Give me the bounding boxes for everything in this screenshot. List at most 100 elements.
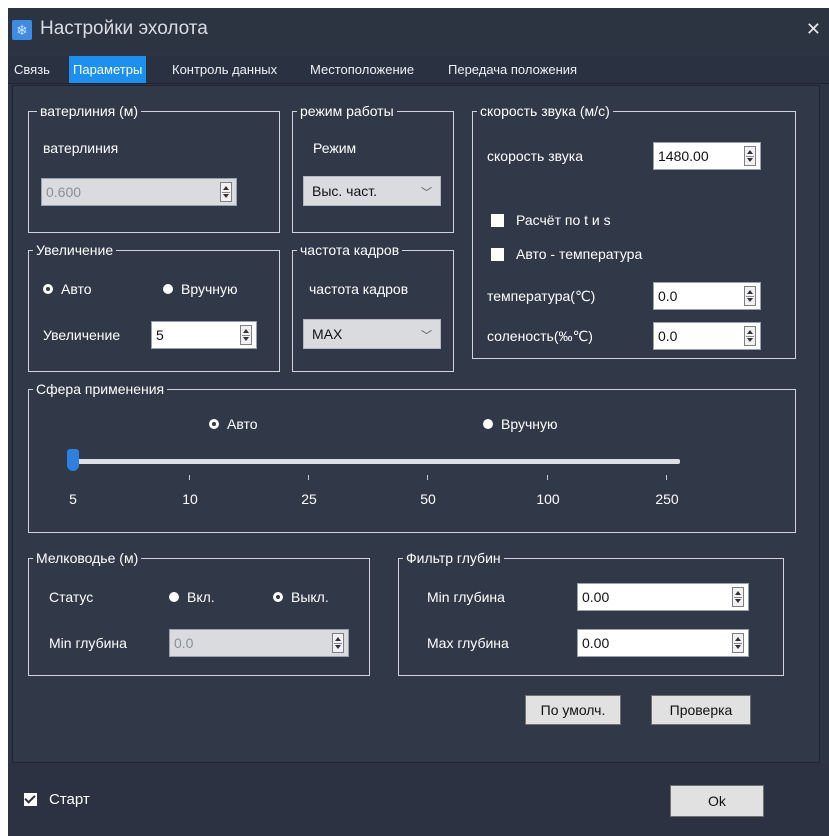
shallow-min-label: Min глубина	[49, 635, 127, 651]
spinner-arrows-icon[interactable]	[732, 633, 744, 653]
tab-bar: Связь Параметры Контроль данных Местопол…	[8, 56, 829, 84]
gain-group: Увеличение Авто Вручную Увеличение 5	[28, 241, 280, 372]
temperature-value: 0.0	[658, 288, 678, 304]
shallow-status-label: Статус	[49, 589, 94, 605]
close-icon[interactable]: ✕	[806, 19, 821, 40]
shallow-legend: Мелководье (м)	[33, 549, 142, 567]
mode-group: режим работы Режим Выс. част. ﹀	[292, 102, 454, 233]
radio-unselected-icon	[43, 284, 53, 294]
sound-speed-group: скорость звука (м/с) скорость звука 1480…	[472, 102, 796, 359]
calc-ts-checkbox[interactable]: Расчёт по t и s	[491, 212, 611, 228]
settings-window: ❄ Настройки эхолота ✕ Связь Параметры Ко…	[8, 8, 829, 836]
spinner-arrows-icon[interactable]	[332, 633, 344, 653]
salinity-input[interactable]: 0.0	[653, 322, 761, 350]
frame-rate-legend: частота кадров	[297, 241, 403, 259]
shallow-group: Мелководье (м) Статус Вкл. Выкл. Min глу…	[28, 549, 370, 676]
slider-tick-label: 100	[536, 491, 560, 507]
range-manual-radio[interactable]: Вручную	[483, 416, 558, 432]
gain-auto-radio[interactable]: Авто	[43, 281, 92, 297]
radio-selected-icon	[163, 284, 173, 294]
calc-ts-label: Расчёт по t и s	[516, 212, 611, 228]
bottom-bar: Старт Ok	[8, 764, 829, 836]
salinity-value: 0.0	[658, 328, 678, 344]
depth-min-input[interactable]: 0.00	[577, 583, 749, 611]
depth-max-input[interactable]: 0.00	[577, 629, 749, 657]
spinner-arrows-icon[interactable]	[744, 326, 756, 346]
frame-rate-group: частота кадров частота кадров MAX ﹀	[292, 241, 454, 372]
radio-selected-icon	[169, 592, 179, 602]
gain-input[interactable]: 5	[151, 321, 257, 349]
chevron-down-icon: ﹀	[421, 187, 432, 199]
slider-tick-label: 250	[655, 491, 679, 507]
ok-button[interactable]: Ok	[670, 785, 764, 817]
shallow-off-radio[interactable]: Выкл.	[273, 589, 329, 605]
slider-tick	[547, 475, 548, 480]
shallow-on-label: Вкл.	[187, 589, 215, 605]
gain-auto-label: Авто	[61, 281, 92, 297]
tab-location[interactable]: Местоположение	[306, 56, 418, 83]
tab-data-control[interactable]: Контроль данных	[168, 56, 281, 83]
slider-tick-label: 50	[420, 491, 436, 507]
checkbox-icon	[491, 247, 504, 261]
shallow-off-label: Выкл.	[291, 589, 329, 605]
tab-position-transfer[interactable]: Передача положения	[444, 56, 581, 83]
gain-manual-radio[interactable]: Вручную	[163, 281, 238, 297]
tab-parameters[interactable]: Параметры	[69, 56, 147, 83]
slider-tick-label: 5	[69, 491, 77, 507]
gain-manual-label: Вручную	[181, 281, 238, 297]
range-slider-track[interactable]	[70, 459, 680, 464]
spinner-arrows-icon[interactable]	[744, 146, 756, 166]
spinner-arrows-icon[interactable]	[744, 286, 756, 306]
sound-speed-input[interactable]: 1480.00	[653, 142, 761, 170]
waterline-value: 0.600	[46, 184, 82, 200]
slider-tick	[308, 475, 309, 480]
salinity-label: соленость(‰℃)	[487, 328, 593, 344]
mode-select-value: Выс. част.	[312, 183, 378, 199]
tab-connection[interactable]: Связь	[10, 56, 54, 83]
depth-filter-group: Фильтр глубин Min глубина 0.00 Max глуби…	[398, 549, 784, 676]
spinner-arrows-icon[interactable]	[220, 182, 232, 202]
depth-filter-legend: Фильтр глубин	[403, 549, 504, 567]
gain-label: Увеличение	[43, 327, 121, 343]
frame-rate-label: частота кадров	[309, 281, 409, 297]
depth-min-value: 0.00	[582, 589, 610, 605]
temperature-input[interactable]: 0.0	[653, 282, 761, 310]
snowflake-app-icon: ❄	[12, 20, 32, 40]
sound-speed-legend: скорость звука (м/с)	[477, 102, 613, 120]
default-button[interactable]: По умолч.	[525, 695, 621, 725]
radio-unselected-icon	[273, 592, 283, 602]
sound-speed-value: 1480.00	[658, 148, 709, 164]
range-manual-label: Вручную	[501, 416, 558, 432]
checkbox-icon	[491, 213, 504, 227]
shallow-min-input[interactable]: 0.0	[169, 629, 349, 657]
waterline-group: ватерлиния (м) ватерлиния 0.600	[28, 102, 280, 233]
range-slider-handle[interactable]	[67, 449, 79, 471]
depth-min-label: Min глубина	[427, 589, 505, 605]
check-button[interactable]: Проверка	[651, 695, 751, 725]
radio-selected-icon	[483, 419, 493, 429]
slider-tick	[427, 475, 428, 480]
shallow-on-radio[interactable]: Вкл.	[169, 589, 215, 605]
range-legend: Сфера применения	[33, 380, 168, 398]
waterline-legend: ватерлиния (м)	[37, 102, 142, 120]
start-checkbox[interactable]: Старт	[24, 791, 90, 808]
range-auto-radio[interactable]: Авто	[209, 416, 258, 432]
temperature-label: температура(℃)	[487, 288, 596, 304]
auto-temp-label: Авто - температура	[516, 246, 643, 262]
slider-tick	[666, 475, 667, 480]
gain-value: 5	[156, 327, 164, 343]
spinner-arrows-icon[interactable]	[240, 325, 252, 345]
spinner-arrows-icon[interactable]	[732, 587, 744, 607]
frame-rate-select-value: MAX	[312, 326, 343, 342]
shallow-min-value: 0.0	[174, 635, 194, 651]
auto-temp-checkbox[interactable]: Авто - температура	[491, 246, 642, 262]
chevron-down-icon: ﹀	[421, 330, 432, 342]
depth-max-value: 0.00	[582, 635, 610, 651]
mode-select[interactable]: Выс. част. ﹀	[303, 176, 441, 206]
checkbox-checked-icon	[24, 793, 37, 806]
waterline-input[interactable]: 0.600	[41, 178, 237, 206]
title-bar: ❄ Настройки эхолота ✕	[8, 8, 829, 51]
sound-speed-label: скорость звука	[487, 148, 584, 164]
mode-label: Режим	[313, 140, 357, 156]
frame-rate-select[interactable]: MAX ﹀	[303, 319, 441, 349]
